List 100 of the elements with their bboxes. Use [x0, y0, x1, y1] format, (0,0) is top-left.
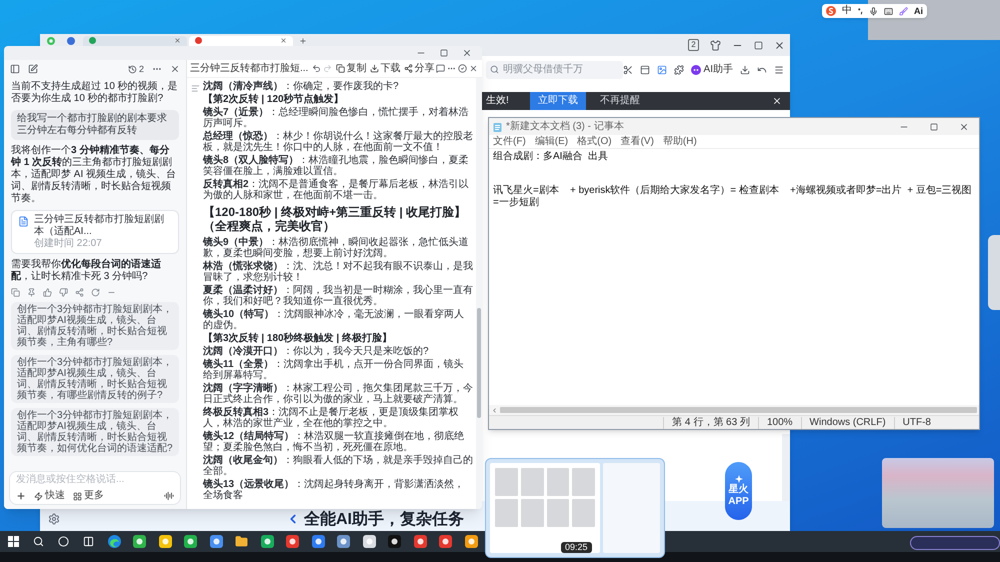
screenshot-icon: [622, 64, 633, 74]
horizontal-scrollbar[interactable]: [489, 405, 979, 415]
app-icon[interactable]: [260, 535, 274, 548]
app-download-badge[interactable]: 星火 APP: [725, 462, 752, 520]
ai-toggle[interactable]: Ai: [914, 5, 923, 17]
menu-item[interactable]: 文件(F): [493, 136, 526, 148]
suggestion-chip[interactable]: 创作一个3分钟都市打脸短剧剧本，适配即梦AI视频生成，镜头、台词、剧情反转清晰，时长贴合短视频节奏，主角有哪些?: [11, 302, 179, 350]
app-icon[interactable]: [286, 535, 300, 548]
close-button[interactable]: [774, 40, 785, 50]
scroll-left-icon[interactable]: [491, 406, 498, 414]
task-view-icon[interactable]: [83, 536, 94, 547]
browser-swirl-icon[interactable]: [108, 535, 120, 548]
scrollbar[interactable]: [782, 434, 790, 501]
status-item: UTF-8: [894, 416, 939, 428]
thumbs-down-icon[interactable]: [59, 288, 68, 297]
brush-icon[interactable]: [899, 6, 908, 16]
add-icon[interactable]: [16, 491, 26, 501]
download-button[interactable]: [740, 64, 750, 74]
folder-icon[interactable]: [235, 535, 248, 548]
tab-count-button[interactable]: 2: [688, 39, 699, 51]
assistant-message: 当前不支持生成超过 10 秒的视频，是否要为你生成 10 秒的都市打脸剧?: [11, 81, 179, 105]
text-editor-field[interactable]: 组合成剧：多AI融合 出具 讯飞星火=剧本 + byerisk软件（后期给大家发名字）= 检查剧本 +海螺视频或者即梦=出片 + 豆包=三视图 =一步短剧: [489, 149, 979, 405]
menu-item[interactable]: 查看(V): [620, 136, 654, 148]
download-now-button[interactable]: 立即下载: [530, 92, 586, 110]
search-icon[interactable]: [33, 536, 44, 547]
punctuation-icon[interactable]: [858, 7, 863, 15]
ai-assistant-button[interactable]: AI助手: [690, 64, 733, 76]
browser-tab[interactable]: [189, 36, 293, 46]
side-panel-handle[interactable]: [988, 235, 1000, 310]
skin-icon: [710, 40, 721, 50]
download-button[interactable]: 下载: [370, 62, 400, 74]
ime-logo-icon[interactable]: [826, 6, 836, 16]
copy-icon: [336, 64, 346, 73]
voice-icon[interactable]: [164, 491, 174, 501]
script-line: 沈阔（清冷声线）：你确定，要作废我的卡?: [203, 81, 400, 92]
window-maximize-button[interactable]: [440, 49, 448, 57]
sidebar-button[interactable]: [640, 64, 650, 74]
app-icon[interactable]: [337, 535, 350, 548]
app-icon[interactable]: [184, 535, 198, 548]
app-icon[interactable]: [414, 535, 427, 548]
tab-close-icon[interactable]: [280, 37, 287, 44]
notice-close-button[interactable]: [772, 96, 782, 106]
undo-button[interactable]: [312, 64, 322, 73]
profile-icon[interactable]: [67, 37, 75, 45]
done-button[interactable]: [458, 64, 468, 73]
maximize-button[interactable]: [754, 40, 763, 50]
skin-button[interactable]: [710, 40, 721, 50]
sidebar-toggle-button[interactable]: [10, 64, 20, 74]
menu-item[interactable]: 帮助(H): [662, 136, 697, 148]
document-close-icon: [469, 64, 478, 73]
app-icon[interactable]: [464, 535, 478, 548]
undo-icon: [757, 64, 767, 74]
message-input[interactable]: 发消息或按住空格说话... 快速 更多: [9, 471, 181, 505]
horizontal-scrollbar-thumb[interactable]: [500, 407, 977, 413]
document-close-button[interactable]: [469, 64, 478, 73]
document-card[interactable]: 三分钟三反转都市打脸短剧剧本（适配AI... 创建时间 22:07: [11, 210, 179, 254]
new-tab-icon[interactable]: [299, 37, 307, 45]
undo-button[interactable]: [757, 64, 767, 74]
share-icon[interactable]: [75, 288, 84, 297]
app-icon[interactable]: [133, 535, 146, 548]
history-button[interactable]: 2: [128, 64, 144, 74]
start-icon[interactable]: [8, 536, 19, 547]
app-icon[interactable]: [439, 535, 452, 548]
pin-icon[interactable]: [27, 288, 36, 297]
window-preview-popup[interactable]: 09:25: [485, 458, 665, 558]
screenshot-button[interactable]: [622, 64, 633, 74]
comment-button[interactable]: [436, 64, 446, 73]
suggestion-chip[interactable]: 创作一个3分钟都市打脸短剧剧本，适配即梦AI视频生成，镜头、台词、剧情反转清晰，时长贴合短视频节奏，有哪些剧情反转的例子?: [11, 355, 179, 403]
copy-icon[interactable]: [11, 288, 20, 297]
document-scrollbar-thumb[interactable]: [477, 308, 481, 418]
thumbs-up-icon[interactable]: [43, 288, 52, 297]
app-icon[interactable]: [312, 535, 325, 548]
extensions-button[interactable]: [674, 64, 684, 74]
share-button[interactable]: 分享: [404, 62, 434, 74]
app-icon[interactable]: [388, 535, 402, 548]
window-close-button[interactable]: [462, 48, 472, 58]
app-icon[interactable]: [210, 535, 223, 548]
app-icon[interactable]: [158, 535, 172, 548]
document-scrollbar[interactable]: [476, 78, 482, 509]
input-mode-toggle[interactable]: 中: [842, 5, 852, 17]
script-line: 夏柔（温柔讨好）：阿阔，我当初是一时糊涂，我心里一直有你，我们和好吧？我知道你一直很优秀。: [203, 285, 473, 307]
app-icon[interactable]: [362, 535, 376, 548]
input-tool-button[interactable]: 更多: [73, 490, 104, 502]
chat-close-button[interactable]: [170, 64, 180, 74]
menu-item[interactable]: 格式(O): [577, 136, 612, 148]
menu-button[interactable]: [774, 64, 784, 74]
outline-icon[interactable]: [190, 84, 200, 93]
input-tool-button[interactable]: 快速: [34, 490, 65, 502]
keyboard-icon[interactable]: [884, 6, 893, 16]
menu-item[interactable]: 编辑(E): [534, 136, 568, 148]
microphone-icon[interactable]: [869, 6, 878, 16]
tab-close-icon[interactable]: [174, 37, 181, 44]
copy-button[interactable]: 复制: [336, 62, 366, 74]
settings-button[interactable]: [48, 513, 60, 525]
suggestion-chip[interactable]: 创作一个3分钟都市打脸短剧剧本，适配即梦AI视频生成，镜头、台词、剧情反转清晰，时长贴合短视频节奏，如何优化台词的语速适配?: [11, 408, 179, 456]
image-button[interactable]: [656, 64, 667, 74]
new-chat-button[interactable]: [28, 64, 38, 74]
regenerate-icon[interactable]: [91, 288, 100, 297]
ring-icon[interactable]: [58, 536, 69, 547]
dismiss-button[interactable]: 不再提醒: [600, 95, 640, 107]
